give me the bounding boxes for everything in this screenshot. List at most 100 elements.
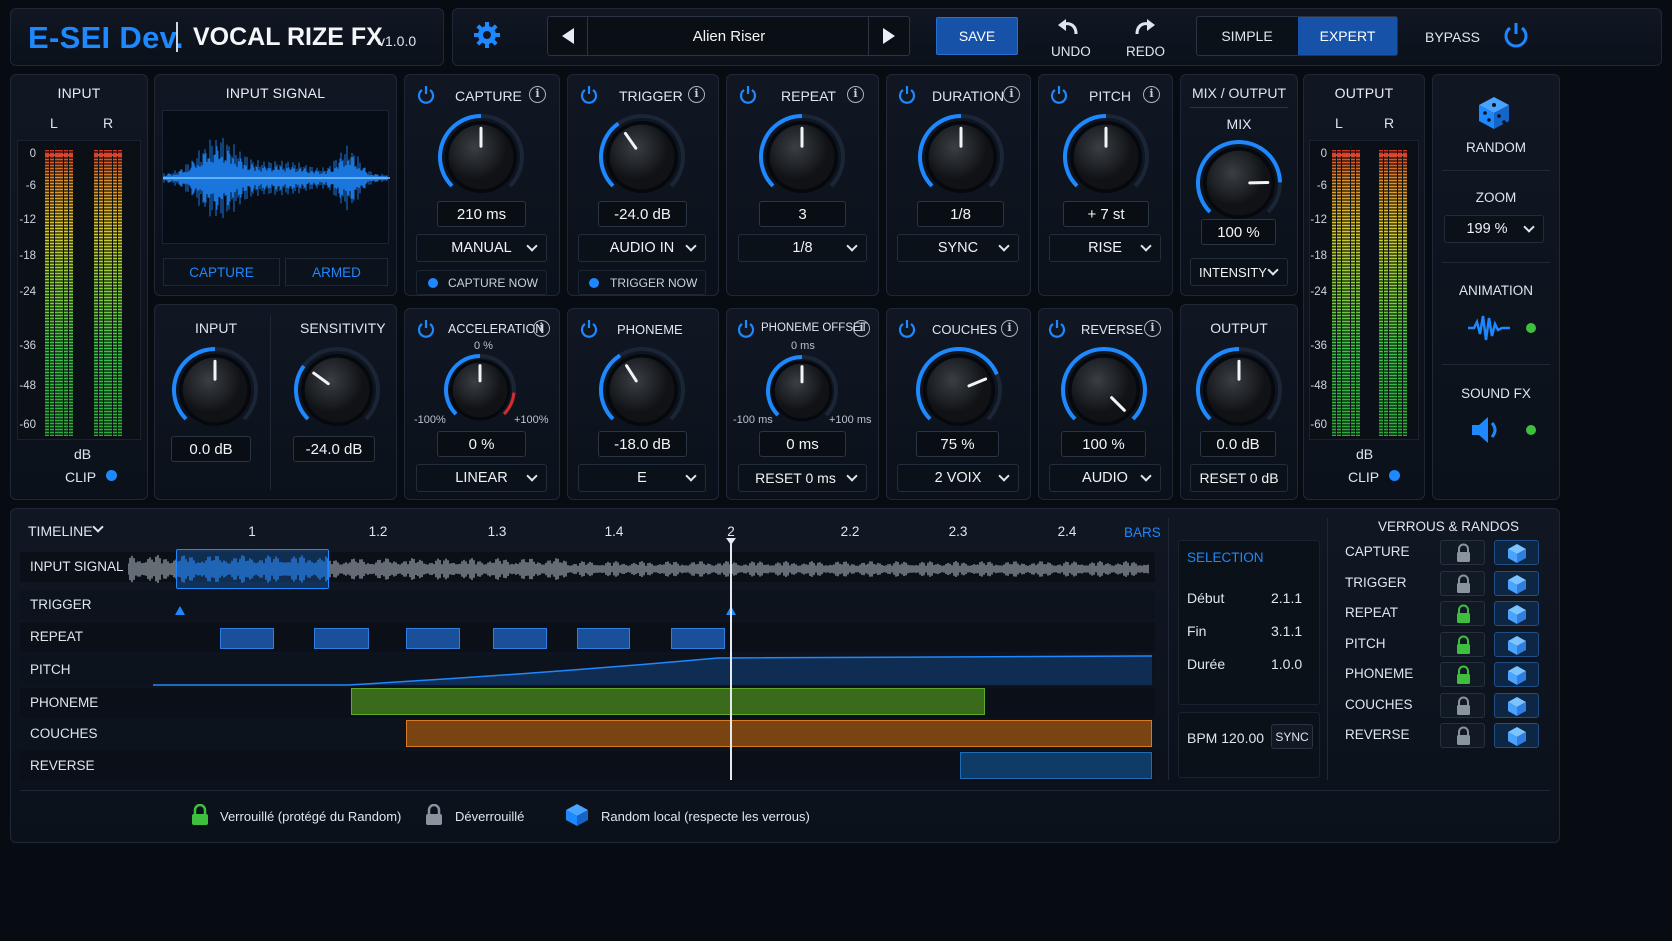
sensitivity-knob[interactable]	[292, 345, 382, 435]
repeat-value[interactable]: 3	[759, 201, 846, 227]
output-reset-button[interactable]: RESET 0 dB	[1190, 464, 1288, 492]
pitch-automation[interactable]	[118, 654, 1154, 686]
capture-value[interactable]: 210 ms	[437, 201, 526, 227]
redo-button[interactable]: REDO	[1126, 44, 1165, 59]
reverse-info-icon[interactable]: i	[1144, 320, 1161, 337]
undo-icon[interactable]	[1056, 16, 1082, 38]
phoneme-offset-value[interactable]: 0 ms	[759, 431, 846, 457]
lock-toggle-button[interactable]	[1440, 662, 1485, 687]
sound-fx-led[interactable]	[1526, 425, 1536, 435]
trigger-marker-1[interactable]	[175, 606, 185, 615]
reverse-mode-select[interactable]: AUDIO	[1049, 464, 1161, 492]
trigger-mode-select[interactable]: AUDIO IN	[578, 234, 706, 262]
duration-knob[interactable]	[916, 112, 1006, 202]
animation-led[interactable]	[1526, 323, 1536, 333]
phoneme-knob[interactable]	[597, 345, 687, 435]
output-value[interactable]: 0.0 dB	[1200, 431, 1276, 457]
duration-power-icon[interactable]	[897, 85, 917, 105]
couches-knob[interactable]	[914, 345, 1004, 435]
acceleration-info-icon[interactable]: i	[533, 320, 550, 337]
phoneme-power-icon[interactable]	[579, 319, 599, 339]
phoneme-offset-mode-select[interactable]: RESET 0 ms	[738, 464, 867, 492]
duration-value[interactable]: 1/8	[917, 201, 1004, 227]
couches-value[interactable]: 75 %	[916, 431, 999, 457]
animation-wave-icon[interactable]	[1466, 310, 1512, 346]
couches-region[interactable]	[406, 720, 1152, 747]
lock-toggle-button[interactable]	[1440, 631, 1485, 657]
capture-power-icon[interactable]	[416, 85, 436, 105]
local-random-button[interactable]	[1494, 723, 1539, 748]
trigger-power-icon[interactable]	[579, 85, 599, 105]
repeat-block[interactable]	[577, 628, 630, 649]
capture-knob[interactable]	[436, 112, 526, 202]
phoneme-region[interactable]	[351, 688, 985, 715]
armed-button[interactable]: ARMED	[285, 258, 388, 286]
phoneme-offset-info-icon[interactable]: i	[853, 320, 870, 337]
pitch-knob[interactable]	[1061, 112, 1151, 202]
selection-start-value[interactable]: 2.1.1	[1271, 590, 1302, 606]
sensitivity-value[interactable]: -24.0 dB	[293, 436, 375, 462]
settings-gear-icon[interactable]	[472, 20, 502, 50]
mix-knob[interactable]	[1194, 138, 1284, 228]
timeline-title[interactable]: TIMELINE	[28, 523, 93, 539]
local-random-button[interactable]	[1494, 662, 1539, 687]
save-button[interactable]: SAVE	[936, 17, 1018, 55]
mode-expert-button[interactable]: EXPERT	[1298, 17, 1397, 55]
pitch-power-icon[interactable]	[1049, 85, 1069, 105]
local-random-button[interactable]	[1494, 570, 1539, 596]
couches-power-icon[interactable]	[897, 319, 917, 339]
repeat-info-icon[interactable]: i	[847, 86, 864, 103]
selection-end-value[interactable]: 3.1.1	[1271, 623, 1302, 639]
bpm-sync-button[interactable]: SYNC	[1271, 724, 1313, 749]
mix-mode-select[interactable]: INTENSITY	[1190, 258, 1288, 286]
repeat-power-icon[interactable]	[738, 85, 758, 105]
trigger-value[interactable]: -24.0 dB	[598, 201, 687, 227]
repeat-block[interactable]	[220, 628, 274, 649]
couches-info-icon[interactable]: i	[1001, 320, 1018, 337]
lock-toggle-button[interactable]	[1440, 723, 1485, 748]
output-clip-led[interactable]	[1389, 470, 1400, 481]
preset-name[interactable]: Alien Riser	[590, 17, 868, 55]
lock-toggle-button[interactable]	[1440, 540, 1485, 565]
trigger-info-icon[interactable]: i	[688, 86, 705, 103]
bypass-power-icon[interactable]	[1501, 20, 1531, 50]
input-gain-knob[interactable]	[170, 345, 260, 435]
duration-info-icon[interactable]: i	[1003, 86, 1020, 103]
output-knob[interactable]	[1194, 345, 1284, 435]
pitch-info-icon[interactable]: i	[1143, 86, 1160, 103]
repeat-block[interactable]	[406, 628, 460, 649]
reverse-power-icon[interactable]	[1047, 319, 1067, 339]
playhead[interactable]	[730, 540, 732, 780]
local-random-button[interactable]	[1494, 540, 1539, 565]
reverse-region[interactable]	[960, 752, 1152, 779]
zoom-select[interactable]: 199 %	[1444, 215, 1544, 243]
selection-dur-value[interactable]: 1.0.0	[1271, 656, 1302, 672]
repeat-block[interactable]	[314, 628, 369, 649]
undo-button[interactable]: UNDO	[1051, 44, 1091, 59]
reverse-knob[interactable]	[1059, 345, 1149, 435]
repeat-block[interactable]	[671, 628, 725, 649]
pitch-mode-select[interactable]: RISE	[1049, 234, 1161, 262]
acceleration-mode-select[interactable]: LINEAR	[416, 464, 547, 492]
acceleration-value[interactable]: 0 %	[437, 431, 526, 457]
capture-mode-select[interactable]: MANUAL	[416, 234, 547, 262]
timeline-unit[interactable]: BARS	[1124, 525, 1161, 540]
duration-mode-select[interactable]: SYNC	[897, 234, 1019, 262]
acceleration-power-icon[interactable]	[416, 319, 436, 339]
phoneme-mode-select[interactable]: E	[578, 464, 706, 492]
timeline-selection-region[interactable]	[176, 549, 329, 589]
local-random-button[interactable]	[1494, 631, 1539, 657]
redo-icon[interactable]	[1131, 16, 1157, 38]
repeat-block[interactable]	[493, 628, 547, 649]
mix-value[interactable]: 100 %	[1201, 219, 1276, 245]
repeat-mode-select[interactable]: 1/8	[738, 234, 867, 262]
local-random-button[interactable]	[1494, 692, 1539, 718]
phoneme-value[interactable]: -18.0 dB	[598, 431, 687, 457]
lock-toggle-button[interactable]	[1440, 601, 1485, 626]
reverse-value[interactable]: 100 %	[1061, 431, 1146, 457]
capture-button[interactable]: CAPTURE	[163, 258, 280, 286]
preset-prev-button[interactable]	[548, 17, 588, 55]
speaker-icon[interactable]	[1470, 413, 1506, 447]
lock-toggle-button[interactable]	[1440, 570, 1485, 596]
couches-mode-select[interactable]: 2 VOIX	[897, 464, 1019, 492]
